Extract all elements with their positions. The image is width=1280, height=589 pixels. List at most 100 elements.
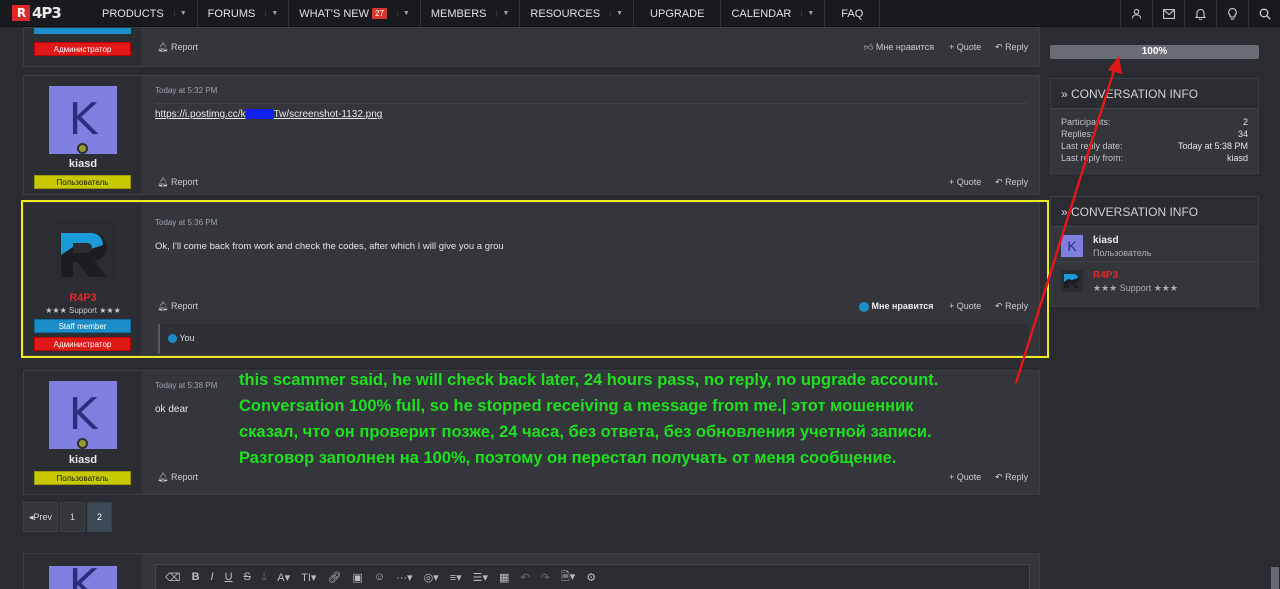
reply-editor: K ⌫ B I U S 💧︎ A▾ TI▾ 🔗︎ ▣ ☺ ···▾ ◎▾ ≡▾ …	[23, 553, 1040, 589]
prev-page-button[interactable]: ◂ Prev	[23, 502, 59, 532]
post-body: https://i.postimg.cc/k Tw/screenshot-1132…	[155, 109, 382, 120]
page-2-button[interactable]: 2	[87, 502, 113, 532]
chevron-down-icon[interactable]: ▼	[396, 10, 410, 17]
role-badge-user: Пользователь	[34, 175, 131, 189]
thumbs-up-icon: 👍︎	[864, 42, 874, 52]
post-body: ok dear	[155, 404, 189, 415]
list-icon[interactable]: ☰▾	[473, 571, 488, 584]
logo-text: 4P3	[32, 4, 62, 22]
info-row: Replies: 34	[1061, 129, 1248, 139]
nav-icons	[1120, 0, 1280, 27]
participant-name[interactable]: kiasd	[1093, 235, 1119, 246]
align-icon[interactable]: ≡▾	[450, 571, 462, 584]
participant-title: ★★★ Support ★★★	[1093, 283, 1178, 293]
smile-icon[interactable]: ☺	[374, 571, 385, 583]
nav-upgrade[interactable]: UPGRADE	[634, 0, 722, 27]
chevron-down-icon[interactable]: ▼	[173, 10, 187, 17]
hide-icon[interactable]: ◎▾	[424, 571, 439, 584]
role-badge-user: Пользователь	[34, 471, 131, 485]
eraser-icon[interactable]: ⌫	[165, 571, 181, 584]
quote-button[interactable]: + Quote	[949, 42, 981, 52]
quote-button[interactable]: + Quote	[949, 177, 981, 187]
strikethrough-icon[interactable]: S	[244, 571, 251, 583]
like-button[interactable]: 👍︎ Мне нравится	[864, 42, 934, 53]
username[interactable]: kiasd	[24, 454, 142, 466]
nav-calendar[interactable]: CALENDAR ▼	[721, 0, 826, 27]
online-indicator	[77, 143, 88, 154]
image-link[interactable]: https://i.postimg.cc/k Tw/screenshot-1132…	[155, 109, 382, 120]
highlight-frame	[21, 200, 1049, 358]
page-1-button[interactable]: 1	[60, 502, 86, 532]
nav-members[interactable]: MEMBERS ▼	[421, 0, 521, 27]
report-link[interactable]: 🔔︎ Report	[157, 42, 198, 53]
bell-icon: 🔔︎	[157, 177, 169, 187]
brand-logo-icon	[1064, 274, 1079, 288]
editor-toolbar: ⌫ B I U S 💧︎ A▾ TI▾ 🔗︎ ▣ ☺ ···▾ ◎▾ ≡▾ ☰▾…	[155, 564, 1030, 589]
participant-name[interactable]: R4P3	[1093, 270, 1118, 281]
underline-icon[interactable]: U	[225, 571, 233, 583]
more-icon[interactable]: ···▾	[396, 571, 413, 584]
capacity-label: 100%	[1141, 46, 1168, 57]
reply-icon: ↶	[995, 472, 1003, 482]
chevron-down-icon[interactable]: ▼	[496, 10, 509, 17]
info-row: Last reply from: kiasd	[1061, 153, 1248, 163]
post-user-panel: Администратор	[24, 28, 142, 66]
reply-button[interactable]: ↶ Reply	[995, 177, 1028, 188]
quote-button[interactable]: + Quote	[949, 472, 981, 482]
page-scrollbar[interactable]	[1270, 27, 1280, 589]
gear-icon[interactable]: ⚙	[586, 571, 596, 584]
chevron-down-icon[interactable]: ▼	[801, 10, 814, 17]
message-post: K kiasd Пользователь Today at 5:32 PM ht…	[23, 75, 1040, 195]
nav-faq[interactable]: FAQ	[825, 0, 881, 27]
drafts-icon[interactable]: 🗎▾	[561, 568, 575, 587]
report-link[interactable]: 🔔︎ Report	[157, 472, 198, 483]
avatar[interactable]	[1061, 270, 1083, 292]
avatar-partial	[34, 28, 131, 34]
nav-products[interactable]: PRODUCTS ▼	[92, 0, 198, 27]
username[interactable]: kiasd	[24, 158, 142, 170]
bulb-icon[interactable]	[1216, 0, 1248, 27]
search-icon[interactable]	[1248, 0, 1280, 27]
redo-icon[interactable]: ↷	[541, 571, 550, 584]
chevron-down-icon[interactable]: ▼	[265, 10, 278, 17]
bold-icon[interactable]: B	[192, 571, 200, 583]
top-nav: R 4P3 PRODUCTS ▼ FORUMS ▼ WHAT'S NEW 27 ▼ MEM…	[0, 0, 1280, 27]
undo-icon[interactable]: ↶	[520, 571, 529, 584]
nav-items: PRODUCTS ▼ FORUMS ▼ WHAT'S NEW 27 ▼ MEMBERS ▼…	[92, 0, 881, 27]
nav-resources[interactable]: RESOURCES ▼	[520, 0, 635, 27]
participant-item[interactable]: K kiasd Пользователь	[1051, 227, 1258, 262]
report-link[interactable]: 🔔︎ Report	[157, 177, 198, 188]
block-title: » CONVERSATION INFO	[1051, 79, 1258, 109]
table-icon[interactable]: ▦	[499, 571, 509, 584]
scrollbar-thumb[interactable]	[1271, 567, 1279, 589]
message-post: Администратор 🔔︎ Report 👍︎ Мне нравится …	[23, 27, 1040, 67]
bell-icon[interactable]	[1184, 0, 1216, 27]
user-icon[interactable]	[1120, 0, 1152, 27]
pagination: ◂ Prev 1 2	[23, 502, 113, 532]
reply-button[interactable]: ↶ Reply	[995, 472, 1028, 483]
avatar[interactable]: K	[1061, 235, 1083, 257]
conversation-info-block: » CONVERSATION INFO Participants: 2 Repli…	[1050, 78, 1259, 174]
participant-item[interactable]: R4P3 ★★★ Support ★★★	[1051, 262, 1258, 297]
mail-icon[interactable]	[1152, 0, 1184, 27]
image-icon[interactable]: ▣	[352, 571, 362, 584]
italic-icon[interactable]: I	[211, 571, 214, 583]
nav-forums[interactable]: FORUMS ▼	[198, 0, 290, 27]
block-title: » CONVERSATION INFO	[1051, 197, 1258, 227]
reply-button[interactable]: ↶ Reply	[995, 42, 1028, 53]
chevron-down-icon[interactable]: ▼	[610, 10, 623, 17]
font-family-icon[interactable]: A▾	[277, 571, 290, 584]
post-date[interactable]: Today at 5:32 PM	[155, 86, 217, 95]
avatar: K	[49, 566, 117, 589]
post-user-panel: K kiasd Пользователь	[24, 371, 142, 494]
font-size-icon[interactable]: TI▾	[301, 571, 316, 584]
site-logo[interactable]: R 4P3	[12, 4, 62, 22]
role-badge-admin: Администратор	[34, 42, 131, 56]
divider	[155, 103, 1027, 104]
post-date[interactable]: Today at 5:38 PM	[155, 381, 217, 390]
color-icon[interactable]: 💧︎	[262, 571, 266, 584]
link-icon[interactable]: 🔗︎	[327, 571, 341, 584]
nav-whats-new[interactable]: WHAT'S NEW 27 ▼	[289, 0, 421, 27]
bell-icon: 🔔︎	[157, 42, 169, 52]
redaction-box	[245, 109, 274, 120]
